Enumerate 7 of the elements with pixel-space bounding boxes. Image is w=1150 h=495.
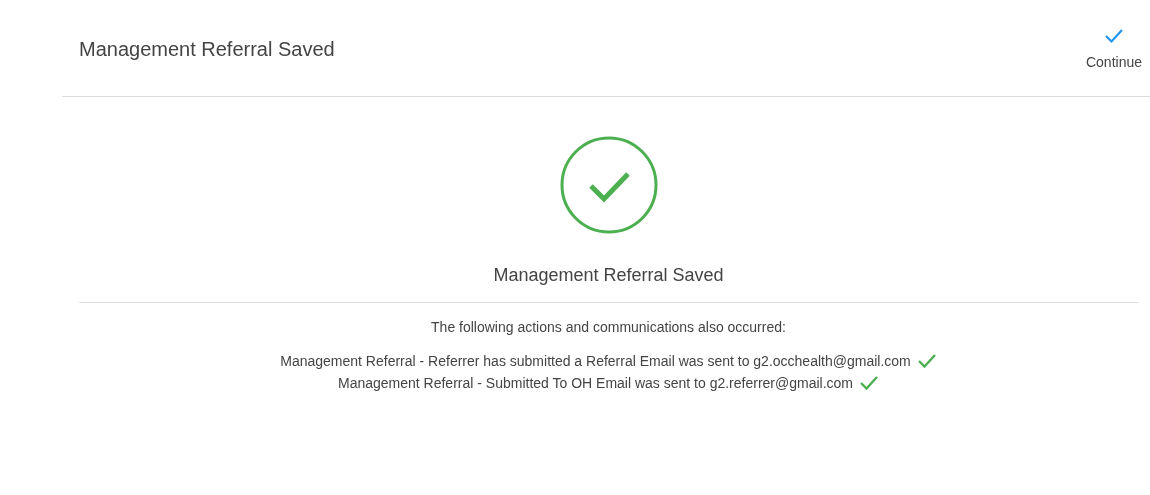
page-title: Management Referral Saved [79,38,335,61]
action-text: Management Referral - Referrer has submitted a Referral Email was sent to g2.occhealth@gmail.com [280,353,911,369]
status-message: Management Referral Saved [493,265,724,286]
actions-intro: The following actions and communications also occurred: [431,319,786,335]
continue-button[interactable]: Continue [1083,26,1144,72]
action-text: Management Referral - Submitted To OH Email was sent to g2.referrer@gmail.com [337,375,853,391]
check-icon [1103,28,1124,44]
